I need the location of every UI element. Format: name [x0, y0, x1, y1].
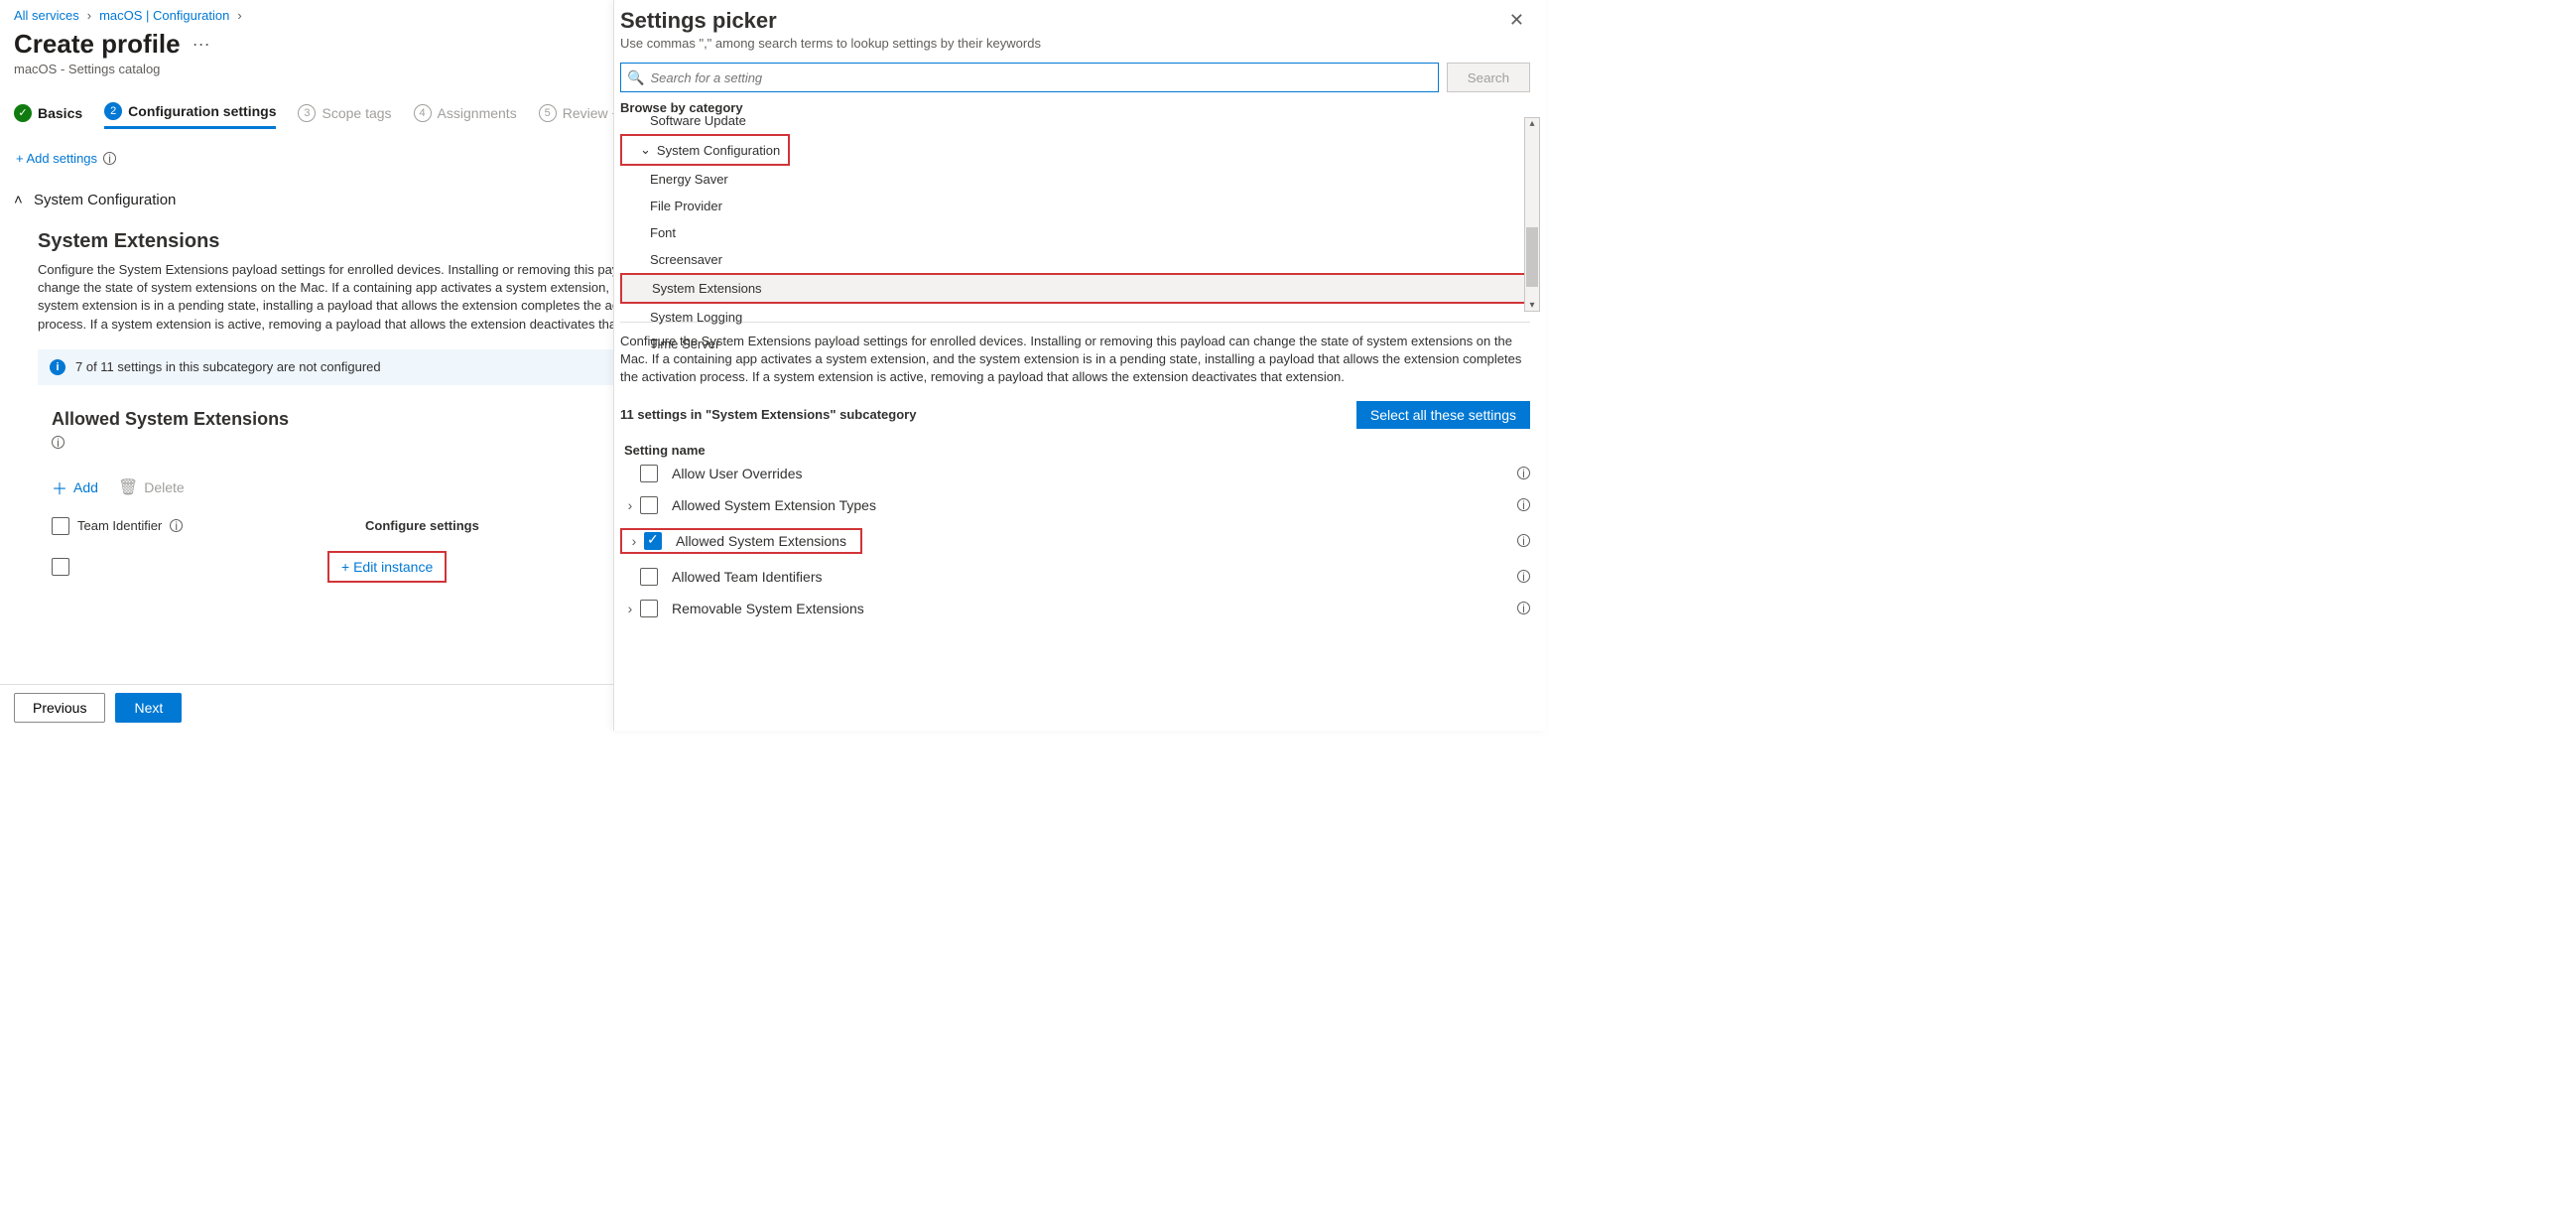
wizard-step-config[interactable]: 2 Configuration settings	[104, 102, 276, 129]
breadcrumb-all-services[interactable]: All services	[14, 8, 79, 23]
category-item-system-logging[interactable]: System Logging	[620, 304, 1530, 331]
add-settings-label: + Add settings	[16, 151, 97, 166]
chevron-right-icon[interactable]: ›	[620, 497, 640, 513]
team-identifier-column: Team Identifier	[77, 518, 162, 533]
info-icon[interactable]: i	[1517, 534, 1530, 547]
scrollbar-thumb[interactable]	[1526, 227, 1538, 287]
info-icon[interactable]: i	[1517, 467, 1530, 479]
step-number-icon: 3	[298, 104, 316, 122]
search-button: Search	[1447, 63, 1530, 92]
check-icon: ✓	[14, 104, 32, 122]
wizard-step-label: Assignments	[438, 105, 517, 121]
settings-picker-panel: Settings picker Use commas "," among sea…	[613, 0, 1546, 731]
subcategory-heading: System Extensions	[38, 230, 693, 253]
settings-count-label: 11 settings in "System Extensions" subca…	[620, 407, 1356, 422]
setting-checkbox[interactable]	[640, 568, 658, 586]
wizard-step-label: Basics	[38, 105, 82, 121]
setting-label: Allowed Team Identifiers	[672, 569, 1517, 585]
category-item-energy-saver[interactable]: Energy Saver	[620, 166, 1530, 193]
next-button[interactable]: Next	[115, 693, 182, 723]
setting-label: Allowed System Extension Types	[672, 497, 1517, 513]
setting-name-header: Setting name	[624, 443, 1530, 458]
row-checkbox[interactable]	[52, 558, 69, 576]
scroll-down-icon[interactable]: ▾	[1525, 300, 1539, 311]
chevron-down-icon: ⌄	[640, 142, 651, 158]
category-item-system-configuration[interactable]: ⌄ System Configuration	[630, 138, 780, 162]
step-number-icon: 5	[539, 104, 557, 122]
step-number-icon: 4	[414, 104, 432, 122]
close-button[interactable]: ✕	[1503, 8, 1530, 33]
previous-button[interactable]: Previous	[14, 693, 105, 723]
step-number-icon: 2	[104, 102, 122, 120]
setting-label: Allow User Overrides	[672, 466, 1517, 481]
subcategory-description: Configure the System Extensions payload …	[38, 261, 693, 334]
setting-checkbox[interactable]	[640, 600, 658, 617]
info-icon: i	[50, 359, 65, 375]
configure-settings-column: Configure settings	[365, 518, 479, 533]
info-icon[interactable]: i	[52, 436, 64, 449]
setting-row-allowed-team-identifiers[interactable]: Allowed Team Identifiers i	[620, 561, 1530, 593]
wizard-step-basics[interactable]: ✓ Basics	[14, 104, 82, 128]
setting-checkbox[interactable]	[640, 496, 658, 514]
wizard-step-label: Configuration settings	[128, 103, 276, 119]
breadcrumb-macos-config[interactable]: macOS | Configuration	[99, 8, 229, 23]
info-icon[interactable]: i	[1517, 498, 1530, 511]
chevron-right-icon[interactable]: ›	[624, 533, 644, 549]
search-box[interactable]: 🔍	[620, 63, 1439, 92]
chevron-right-icon: ›	[87, 8, 91, 23]
setting-row-allow-user-overrides[interactable]: Allow User Overrides i	[620, 458, 1530, 489]
chevron-up-icon: ˄	[14, 192, 26, 208]
wizard-step-label: Scope tags	[322, 105, 391, 121]
panel-hint: Use commas "," among search terms to loo…	[620, 36, 1503, 51]
page-title: Create profile	[14, 29, 181, 60]
category-label: System Configuration	[657, 143, 780, 158]
info-icon[interactable]: i	[1517, 570, 1530, 583]
more-actions-button[interactable]: ···	[193, 34, 210, 55]
setting-row-allowed-system-extensions[interactable]: › Allowed System Extensions i	[620, 521, 1530, 561]
info-banner-text: 7 of 11 settings in this subcategory are…	[75, 359, 381, 374]
chevron-right-icon: ›	[237, 8, 241, 23]
category-item-time-server[interactable]: Time Server	[620, 331, 1530, 357]
info-banner: i 7 of 11 settings in this subcategory a…	[38, 349, 693, 385]
category-item-software-update[interactable]: Software Update	[620, 113, 1530, 128]
wizard-step-assignments[interactable]: 4 Assignments	[414, 104, 517, 128]
setting-row-removable-system-extensions[interactable]: › Removable System Extensions i	[620, 593, 1530, 624]
edit-instance-button[interactable]: + Edit instance	[327, 551, 447, 583]
search-icon: 🔍	[627, 69, 644, 86]
setting-checkbox[interactable]	[640, 465, 658, 482]
setting-label: Removable System Extensions	[672, 601, 1517, 616]
category-item-file-provider[interactable]: File Provider	[620, 193, 1530, 219]
search-input[interactable]	[650, 70, 1431, 85]
trash-icon: 🗑	[118, 477, 138, 497]
chevron-right-icon[interactable]: ›	[620, 601, 640, 616]
delete-button: 🗑 Delete	[118, 477, 185, 497]
scrollbar[interactable]: ▴ ▾	[1524, 117, 1540, 312]
add-label: Add	[73, 479, 98, 495]
category-item-screensaver[interactable]: Screensaver	[620, 246, 1530, 273]
category-label: System Configuration	[34, 192, 176, 208]
category-item-system-extensions[interactable]: System Extensions	[622, 275, 1528, 302]
category-item-font[interactable]: Font	[620, 219, 1530, 246]
scroll-up-icon[interactable]: ▴	[1525, 118, 1539, 129]
info-icon[interactable]: i	[1517, 602, 1530, 614]
delete-label: Delete	[144, 479, 184, 495]
add-button[interactable]: ＋ Add	[52, 475, 98, 499]
setting-label: Allowed System Extensions	[676, 533, 846, 549]
setting-row-allowed-extension-types[interactable]: › Allowed System Extension Types i	[620, 489, 1530, 521]
panel-title: Settings picker	[620, 8, 1503, 34]
info-icon[interactable]: i	[103, 152, 116, 165]
setting-checkbox[interactable]	[644, 532, 662, 550]
plus-icon: ＋	[52, 475, 67, 499]
select-all-button[interactable]: Select all these settings	[1356, 401, 1530, 429]
select-all-checkbox[interactable]	[52, 517, 69, 535]
wizard-step-scope[interactable]: 3 Scope tags	[298, 104, 391, 128]
info-icon[interactable]: i	[170, 519, 183, 532]
